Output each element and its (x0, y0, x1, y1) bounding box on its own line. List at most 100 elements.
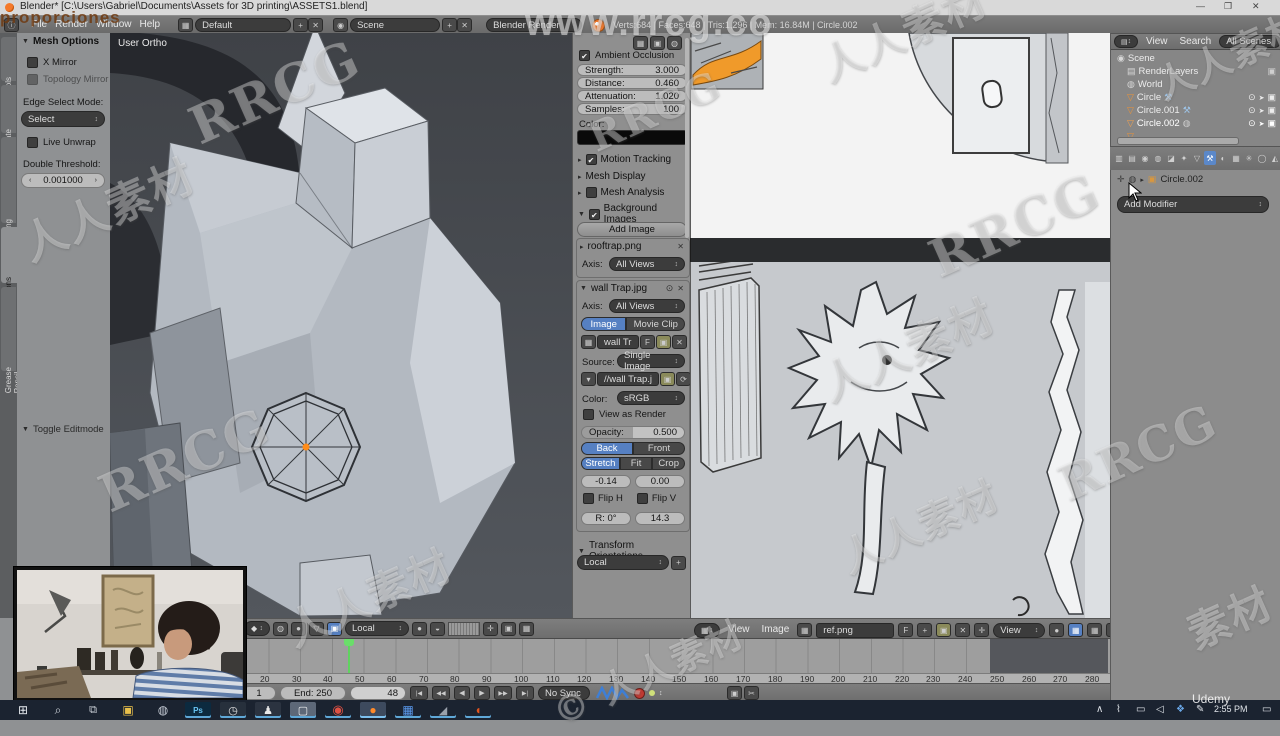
keying-dot[interactable] (649, 690, 655, 696)
sync-dropdown[interactable]: No Sync (538, 686, 590, 700)
mesh-options-panel-header[interactable]: ▼ Mesh Options (22, 36, 99, 47)
prev-keyframe-button[interactable]: ◀◀ (432, 686, 450, 700)
double-threshold-field[interactable]: ‹ 0.001000 › (21, 173, 105, 188)
tab-shading-uvs[interactable]: Shading / UVs (1, 137, 22, 248)
keying-set-dropdown-icon[interactable]: ↕ (659, 690, 663, 697)
ao-color-swatch[interactable] (577, 130, 687, 145)
npanel-scrollbar[interactable] (685, 38, 689, 238)
operator-panel-header[interactable]: ▼ Toggle Editmode (22, 424, 104, 435)
tab-options[interactable]: Options (1, 227, 17, 305)
axis-dropdown[interactable]: All Views ↕ (609, 257, 685, 271)
properties-tab-icon[interactable]: ✦ (1178, 151, 1190, 165)
record-button[interactable] (634, 687, 645, 699)
select-icon[interactable]: ➤ (1259, 120, 1265, 128)
jump-start-button[interactable]: |◀ (410, 686, 428, 700)
properties-tab-icon[interactable]: ⚒ (1204, 151, 1216, 165)
taskbar-app-icon[interactable]: ▦ (395, 702, 421, 718)
edge-select-icon[interactable]: ▽ (309, 621, 324, 636)
taskbar-app-icon[interactable]: ◖ (465, 702, 491, 718)
play-reverse-button[interactable]: ◀ (454, 686, 470, 700)
tray-monitor-icon[interactable]: ▭ (1136, 704, 1145, 715)
taskbar-app-icon[interactable]: ◍ (150, 702, 176, 718)
outliner-row-world[interactable]: ◍ World (1127, 78, 1276, 91)
eye-icon[interactable]: ⊙ (1248, 118, 1256, 129)
unlink-icon[interactable]: ✕ (955, 623, 971, 637)
edge-select-dropdown[interactable]: Select ↕ (21, 111, 105, 127)
properties-tab-icon[interactable]: ◯ (1256, 151, 1268, 165)
tray-mic-icon[interactable]: ⌇ (1116, 704, 1121, 715)
live-unwrap-checkbox[interactable]: ✔ Live Unwrap (27, 137, 96, 148)
scene-select[interactable]: Scene (350, 18, 441, 32)
fake-user-button[interactable]: F (640, 335, 655, 349)
scene-add-icon[interactable]: + (442, 18, 458, 32)
scene-icon[interactable]: ◉ (333, 18, 349, 32)
view-mode-dropdown[interactable]: View ↕ (993, 622, 1046, 638)
opacity-slider[interactable]: Opacity: 0.500 (581, 426, 685, 439)
browse-image-icon[interactable]: ▦ (581, 335, 596, 349)
minimize-icon[interactable]: — (1196, 1, 1205, 11)
topology-mirror-checkbox[interactable]: ✔ Topology Mirror (27, 74, 108, 85)
notification-icon[interactable]: ▭ (1262, 704, 1271, 715)
fake-user-button[interactable]: F (898, 623, 914, 637)
properties-tab-icon[interactable]: ▽ (1191, 151, 1203, 165)
add-image-button[interactable]: Add Image (577, 222, 687, 237)
taskbar-app-icon[interactable]: ◷ (220, 702, 246, 718)
reload-icon[interactable]: ⟳ (676, 372, 691, 386)
menu-search[interactable]: Search (1176, 35, 1216, 48)
number-slider[interactable]: Distance: 0.460 (577, 77, 687, 89)
orientation-dropdown[interactable]: Local ↕ (577, 555, 669, 570)
image-datablock-field[interactable]: wall Tr (597, 335, 639, 349)
viewport-3d[interactable]: User Ortho (110, 33, 572, 618)
tray-chevron-icon[interactable]: ∧ (1096, 704, 1103, 715)
outliner-row-circle[interactable]: ▽ Circle ⚒ ⊙ ➤ ▣ (1127, 91, 1276, 104)
play-button[interactable]: ▶ (474, 686, 490, 700)
taskbar-app-icon[interactable]: ◢ (430, 702, 456, 718)
eye-icon[interactable]: ⊙ (666, 283, 674, 294)
open-file-icon[interactable]: ▣ (660, 372, 675, 386)
image-editor-bottom[interactable] (690, 262, 1110, 618)
properties-tab-icon[interactable]: ◐ (1217, 151, 1229, 165)
ambient-occlusion-toggle[interactable]: ✔ Ambient Occlusion (579, 50, 674, 61)
number-slider[interactable]: Samples: 100 (577, 103, 687, 115)
open-image-icon[interactable]: ▣ (656, 335, 671, 349)
outliner-row-circle-002[interactable]: ▽ Circle.002 ◍ ⊙ ➤ ▣ (1127, 117, 1276, 130)
start-frame-field[interactable]: 1 (242, 686, 276, 700)
outliner-scrollbar[interactable] (1117, 137, 1239, 145)
close-icon[interactable]: ✕ (1252, 1, 1260, 12)
front-toggle[interactable]: Front (633, 442, 685, 455)
unlink-icon[interactable]: ✕ (672, 335, 687, 349)
tray-dropbox-icon[interactable]: ❖ (1176, 704, 1185, 715)
taskbar-app-icon[interactable]: ◉ (325, 702, 351, 718)
outliner-row-scene[interactable]: ◉ Scene (1117, 52, 1276, 65)
mesh-analysis-panel[interactable]: ▸ ✔ Mesh Analysis (578, 187, 664, 198)
properties-tab-icon[interactable]: ◉ (1139, 151, 1151, 165)
tab-grease-pencil[interactable]: Grease Pencil (1, 287, 22, 393)
remove-image-icon[interactable]: ✕ (677, 242, 684, 251)
properties-tab-icon[interactable]: ◍ (1152, 151, 1164, 165)
channel-rgba-icon[interactable]: ▦ (1087, 623, 1103, 637)
pin-icon[interactable]: ✛ (1117, 174, 1125, 185)
editor-type-button[interactable]: ▦ ↕ (694, 622, 720, 638)
layout-add-icon[interactable]: + (293, 18, 309, 32)
source-dropdown[interactable]: Single Image ↕ (617, 350, 685, 372)
rotation-field[interactable]: R: 0° (581, 512, 631, 525)
copy-pose-icon[interactable]: ▣ (727, 686, 742, 700)
panel-collapsed-icon[interactable]: ▸ (580, 243, 584, 251)
mesh-display-panel[interactable]: ▸ Mesh Display (578, 171, 646, 182)
offset-y-field[interactable]: 0.00 (635, 475, 685, 488)
properties-tab-icon[interactable]: ▥ (1113, 151, 1125, 165)
crop-toggle[interactable]: Crop (652, 457, 685, 470)
taskbar-app-icon[interactable]: ▢ (290, 702, 316, 718)
colorspace-dropdown[interactable]: sRGB ↕ (617, 391, 685, 405)
outliner-row-circle-001[interactable]: ▽ Circle.001 ⚒ ⊙ ➤ ▣ (1127, 104, 1276, 117)
layers-grid[interactable] (448, 621, 480, 636)
x-mirror-checkbox[interactable]: ✔ X Mirror (27, 57, 77, 68)
face-select-icon[interactable]: ▣ (327, 621, 342, 636)
offset-x-field[interactable]: -0.14 (581, 475, 631, 488)
select-icon[interactable]: ➤ (1259, 94, 1265, 102)
movie-clip-tab[interactable]: Movie Clip (626, 317, 685, 331)
proportional-edit-icon[interactable]: ● (412, 621, 427, 636)
stretch-toggle[interactable]: Stretch (581, 457, 620, 470)
taskbar-app-icon[interactable]: Ps (185, 702, 211, 718)
paste-pose-icon[interactable]: ✂ (744, 686, 759, 700)
